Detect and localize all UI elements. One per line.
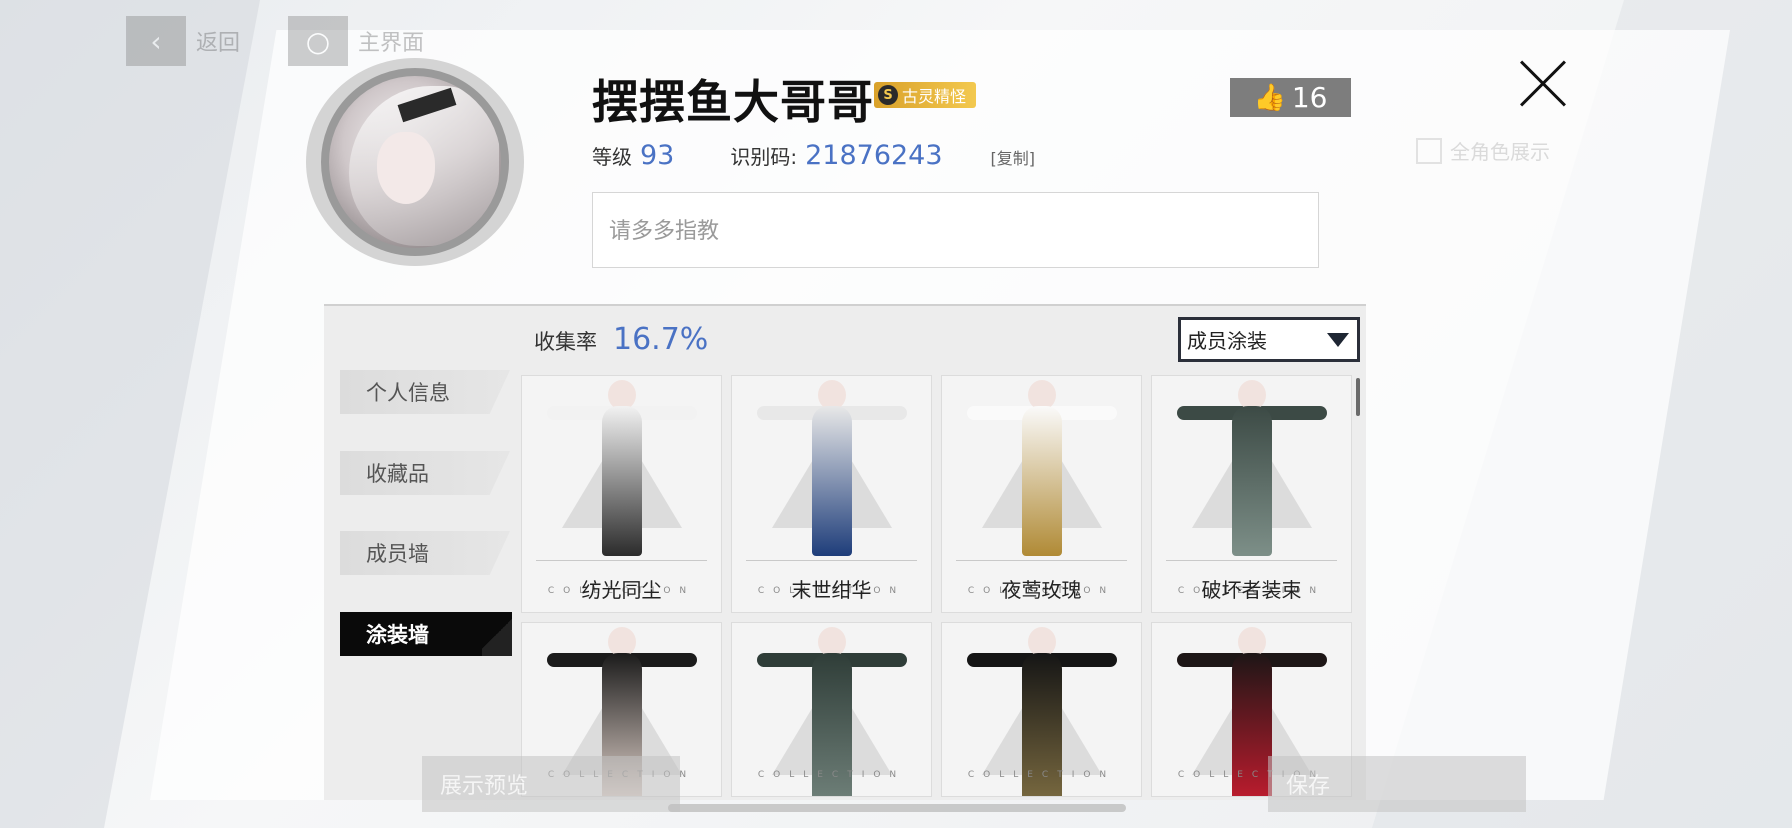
- outfit-card[interactable]: COLLECTION 破坏者装束: [1151, 375, 1352, 613]
- outfit-art: [732, 376, 931, 556]
- s-rank-icon: S: [878, 85, 898, 105]
- circle-home-icon: ○: [288, 16, 349, 66]
- collection-watermark: COLLECTION: [757, 770, 906, 780]
- show-all-toggle[interactable]: 全角色展示: [1416, 136, 1550, 165]
- outfit-figure: [811, 406, 852, 556]
- preview-button[interactable]: 展示预览: [422, 756, 680, 812]
- filter-selected: 成员涂装: [1187, 329, 1267, 353]
- outfit-grid: COLLECTION 纺光同尘 COLLECTION 末世绀华 COLLECTION 夜莺…: [521, 375, 1352, 797]
- outfit-figure: [1231, 406, 1272, 556]
- level-value: 93: [640, 140, 675, 171]
- close-button[interactable]: [1512, 56, 1568, 112]
- outfit-card[interactable]: COLLECTION: [941, 622, 1142, 797]
- outfit-art: [1152, 376, 1351, 556]
- outfit-figure: [1021, 406, 1062, 556]
- checkbox-icon: [1416, 137, 1442, 164]
- tab-member-wall[interactable]: 成员墙: [340, 531, 510, 575]
- back-label: 返回: [196, 31, 241, 56]
- collection-rate-label: 收集率: [534, 330, 597, 354]
- outfit-name: 破坏者装束: [1201, 578, 1302, 602]
- title-badge[interactable]: S 古灵精怪: [874, 82, 977, 108]
- username: 摆摆鱼大哥哥: [592, 75, 874, 129]
- thumbs-up-icon: 👍: [1253, 82, 1286, 113]
- save-button[interactable]: 保存: [1268, 756, 1526, 812]
- outfit-card[interactable]: COLLECTION 末世绀华: [731, 375, 932, 613]
- card-divider: [1166, 560, 1337, 561]
- outfit-art: [942, 376, 1141, 556]
- outfit-name: 纺光同尘: [581, 578, 662, 602]
- outfit-card[interactable]: COLLECTION: [731, 622, 932, 797]
- home-label: 主界面: [358, 31, 425, 56]
- card-divider: [956, 560, 1127, 561]
- back-button[interactable]: ‹ 返回: [126, 16, 240, 66]
- chevron-left-icon: ‹: [126, 16, 186, 66]
- like-count: 16: [1291, 81, 1328, 114]
- tab-outfit-wall[interactable]: 涂装墙: [340, 612, 512, 656]
- outfit-figure: [601, 406, 642, 556]
- collection-rate: 收集率 16.7%: [534, 322, 708, 357]
- uid-label: 识别码:: [730, 145, 798, 169]
- like-button[interactable]: 👍 16: [1230, 78, 1351, 117]
- card-divider: [746, 560, 917, 561]
- outfit-art: [522, 376, 721, 556]
- show-all-label: 全角色展示: [1450, 140, 1550, 164]
- avatar-frame[interactable]: [306, 58, 524, 266]
- outfit-card[interactable]: COLLECTION 纺光同尘: [521, 375, 722, 613]
- outfit-name: 夜莺玫瑰: [1001, 578, 1082, 602]
- tab-personal-info[interactable]: 个人信息: [340, 370, 510, 414]
- grid-scrollbar[interactable]: [1356, 378, 1360, 416]
- collection-watermark: COLLECTION: [967, 770, 1116, 780]
- copy-uid-button[interactable]: [复制]: [991, 145, 1036, 169]
- level-label: 等级: [592, 145, 632, 169]
- home-indicator[interactable]: [668, 804, 1126, 812]
- avatar-face: [377, 132, 435, 204]
- signature-field[interactable]: 请多多指教: [592, 192, 1319, 268]
- title-badge-text: 古灵精怪: [902, 87, 967, 106]
- triangle-down-icon: [1327, 332, 1349, 347]
- card-divider: [536, 560, 707, 561]
- collection-rate-value: 16.7%: [613, 322, 709, 357]
- filter-dropdown[interactable]: 成员涂装: [1178, 317, 1360, 362]
- tab-collectibles[interactable]: 收藏品: [340, 451, 510, 495]
- outfit-name: 末世绀华: [791, 578, 872, 602]
- outfit-card[interactable]: COLLECTION 夜莺玫瑰: [941, 375, 1142, 613]
- profile-meta: 等级 93 识别码: 21876243 [复制]: [592, 140, 1035, 171]
- uid-value: 21876243: [805, 140, 943, 171]
- top-nav: ‹ 返回 ○ 主界面: [126, 16, 424, 66]
- avatar: [321, 68, 509, 256]
